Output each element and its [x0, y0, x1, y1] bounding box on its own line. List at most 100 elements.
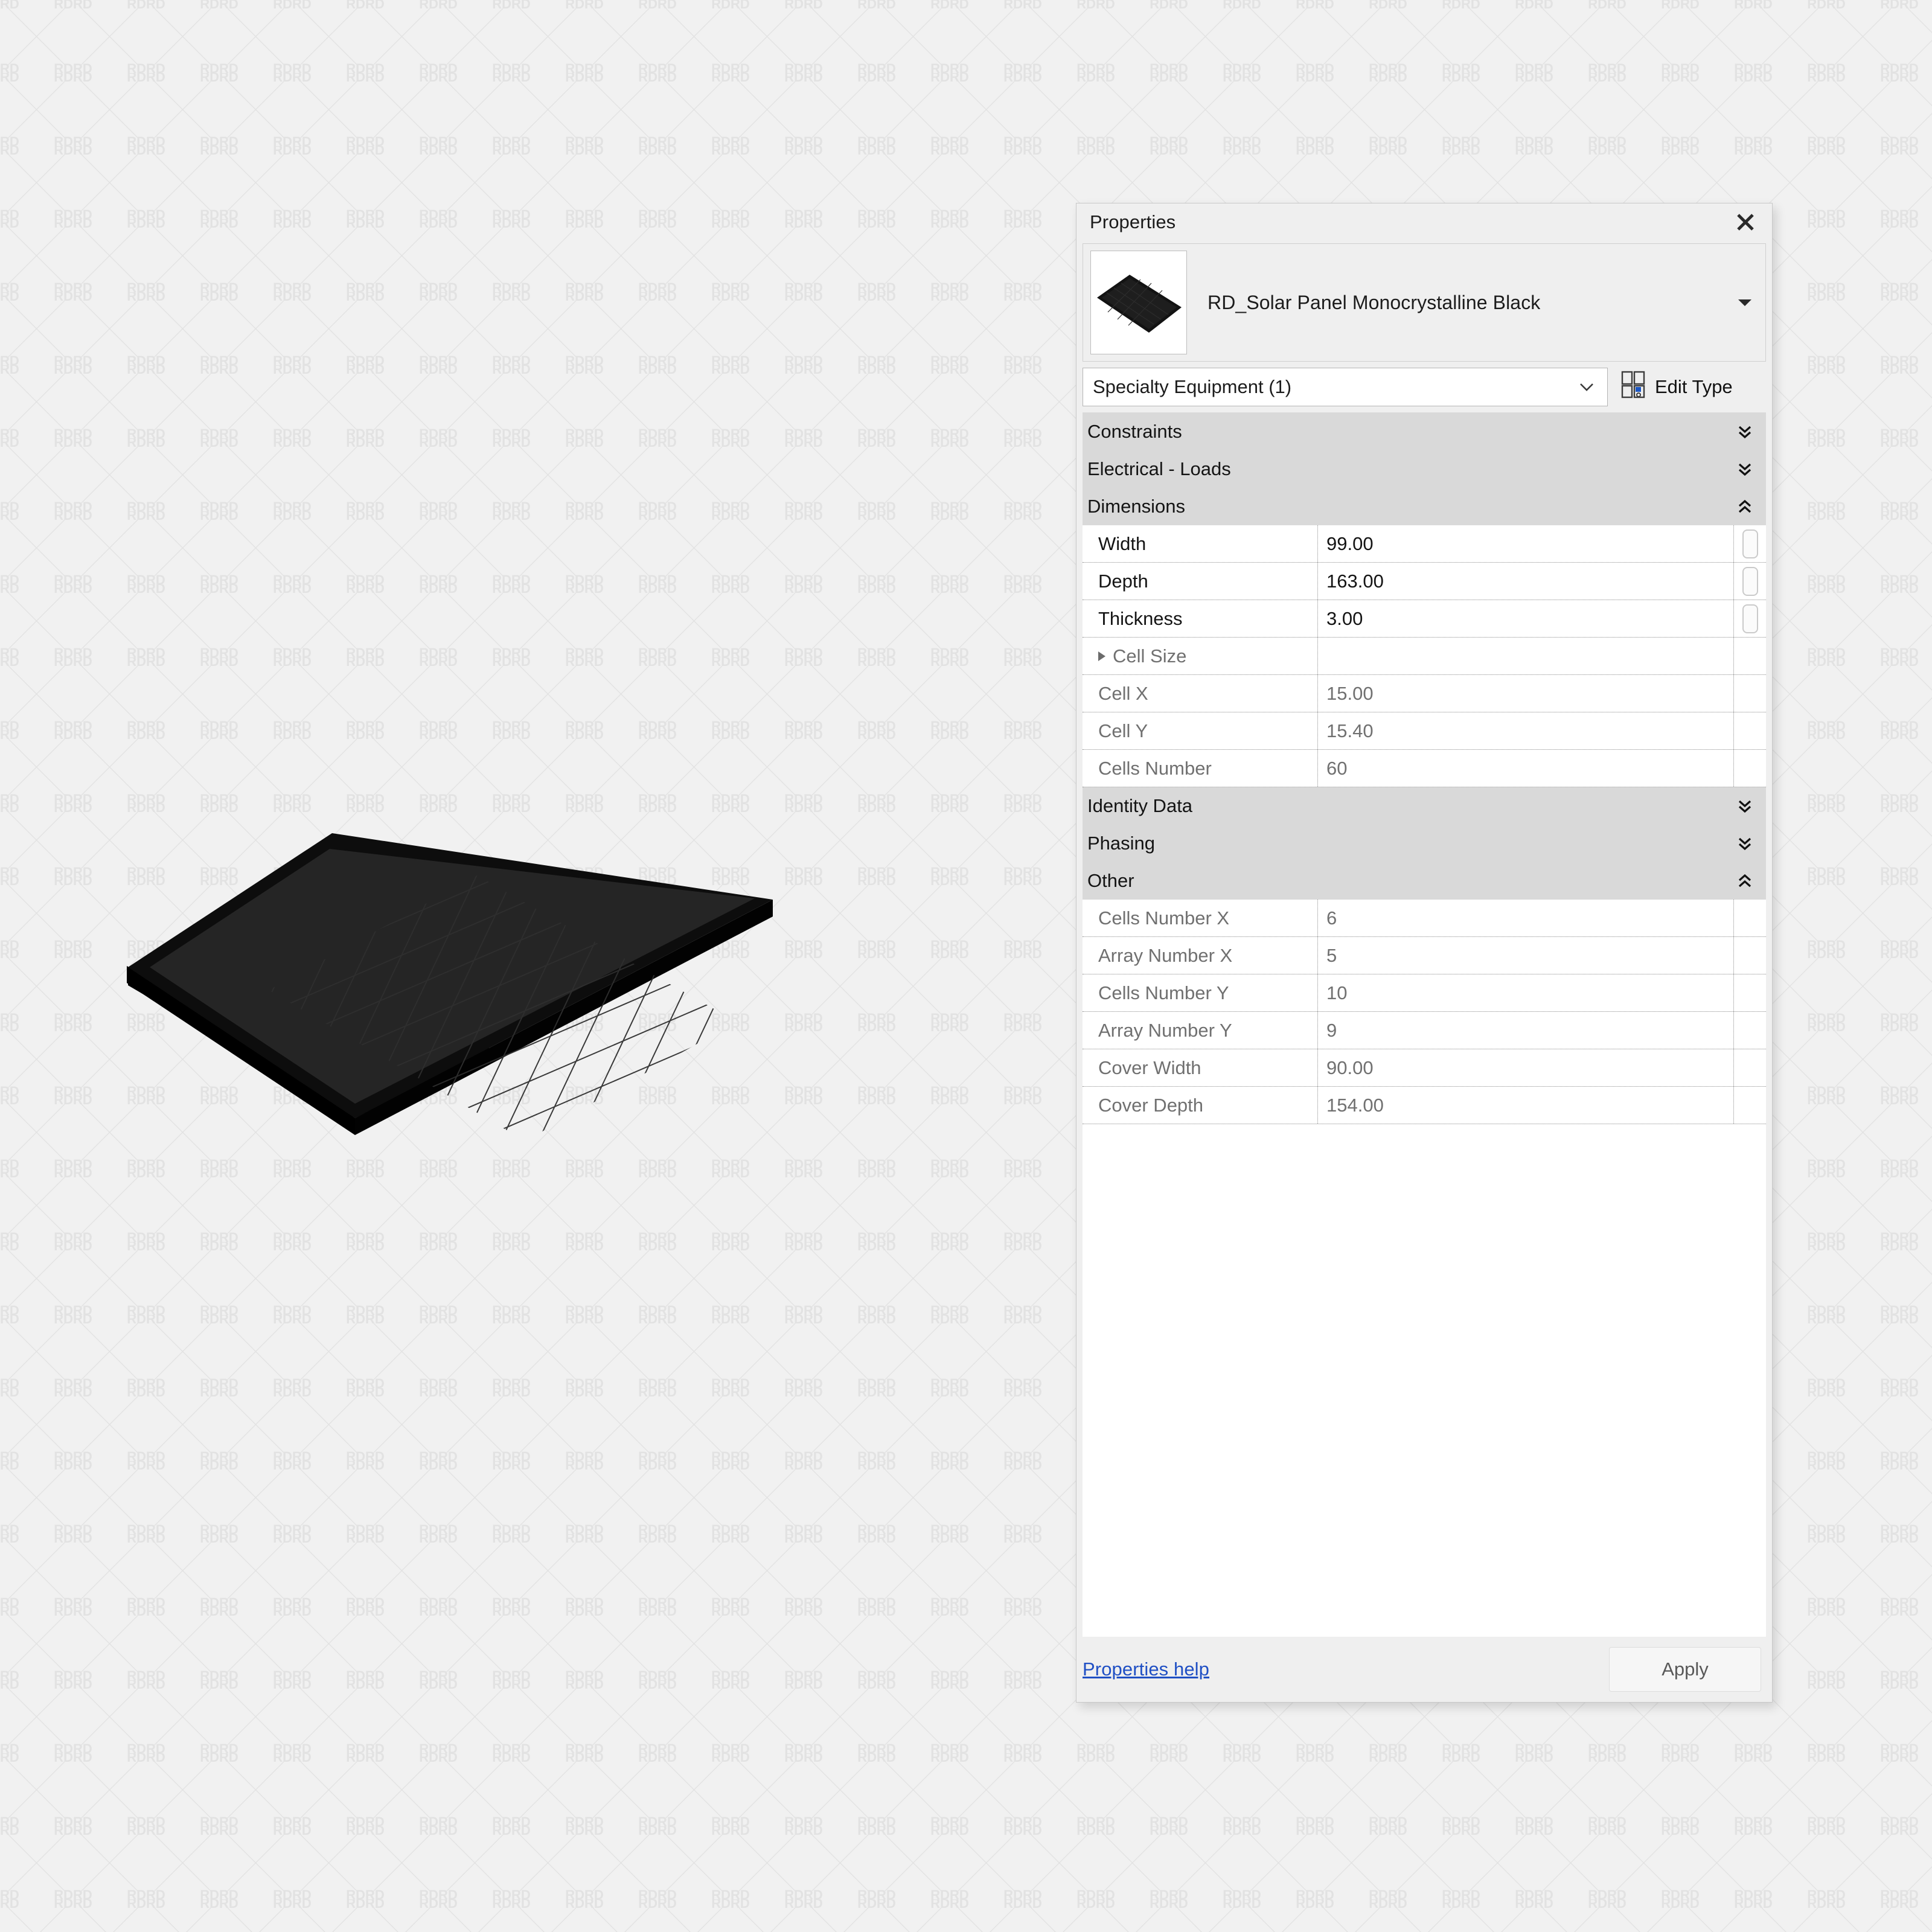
property-lock-cell	[1733, 712, 1766, 749]
table-row[interactable]: Cells Number Y 10	[1083, 974, 1766, 1012]
double-chevron-down-icon[interactable]	[1737, 424, 1753, 440]
property-label-text: Cover Depth	[1098, 1094, 1204, 1116]
property-lock-cell[interactable]	[1733, 563, 1766, 600]
category-select[interactable]: Specialty Equipment (1)	[1083, 368, 1608, 406]
property-value[interactable]: 3.00	[1318, 600, 1733, 637]
section-title: Electrical - Loads	[1087, 458, 1231, 479]
property-label: Cover Width	[1083, 1049, 1318, 1086]
section-header-identity-data[interactable]: Identity Data	[1083, 787, 1766, 825]
property-lock-cell	[1733, 1012, 1766, 1049]
table-row[interactable]: Array Number X 5	[1083, 937, 1766, 974]
section-title: Phasing	[1087, 833, 1156, 854]
table-row[interactable]: Cover Width 90.00	[1083, 1049, 1766, 1087]
lock-toggle-icon[interactable]	[1742, 529, 1758, 558]
section-header-constraints[interactable]: Constraints	[1083, 413, 1766, 450]
property-label-text: Width	[1098, 533, 1147, 554]
chevron-down-icon[interactable]	[1732, 298, 1758, 307]
double-chevron-down-icon[interactable]	[1737, 836, 1753, 851]
property-lock-cell	[1733, 750, 1766, 787]
table-row[interactable]: Thickness 3.00	[1083, 600, 1766, 638]
property-label-text: Cells Number Y	[1098, 982, 1229, 1003]
chevron-down-icon[interactable]	[1575, 382, 1599, 392]
property-value: 15.00	[1326, 682, 1374, 704]
property-value: 154.00	[1326, 1094, 1384, 1116]
property-value: 15.40	[1326, 720, 1374, 741]
property-lock-cell	[1733, 638, 1766, 674]
property-label: Width	[1083, 525, 1318, 562]
model-viewport[interactable]	[0, 0, 1081, 1932]
section-title: Constraints	[1087, 421, 1182, 442]
solar-panel-thumbnail	[1090, 251, 1187, 354]
solar-panel-3d-model[interactable]	[127, 724, 894, 1183]
edit-type-button[interactable]: Edit Type	[1608, 368, 1766, 406]
type-selector[interactable]: RD_Solar Panel Monocrystalline Black	[1083, 243, 1766, 362]
property-label: Thickness	[1083, 600, 1318, 637]
property-value: 5	[1326, 944, 1337, 966]
property-value: 9	[1326, 1019, 1337, 1041]
property-lock-cell[interactable]	[1733, 525, 1766, 562]
table-row[interactable]: Depth 163.00	[1083, 563, 1766, 600]
table-row[interactable]: Cells Number 60	[1083, 750, 1766, 787]
double-chevron-up-icon[interactable]	[1737, 873, 1753, 889]
table-row[interactable]: Cell Y 15.40	[1083, 712, 1766, 750]
section-header-dimensions[interactable]: Dimensions	[1083, 488, 1766, 525]
table-row[interactable]: Width 99.00	[1083, 525, 1766, 563]
property-label-text: Array Number X	[1098, 944, 1233, 966]
property-label: Cell X	[1083, 675, 1318, 712]
property-label-text: Cell Size	[1113, 645, 1187, 667]
table-row[interactable]: Cell Size	[1083, 638, 1766, 675]
section-header-electrical-loads[interactable]: Electrical - Loads	[1083, 450, 1766, 488]
table-row[interactable]: Cells Number X 6	[1083, 900, 1766, 937]
panel-footer: Properties help Apply	[1076, 1637, 1772, 1702]
lock-toggle-icon[interactable]	[1742, 566, 1758, 596]
property-label: Cells Number	[1083, 750, 1318, 787]
double-chevron-down-icon[interactable]	[1737, 461, 1753, 477]
property-lock-cell	[1733, 1049, 1766, 1086]
property-label-text: Thickness	[1098, 607, 1183, 629]
section-header-phasing[interactable]: Phasing	[1083, 825, 1766, 862]
property-label: Cell Y	[1083, 712, 1318, 749]
category-row[interactable]: Specialty Equipment (1) Edit Type	[1083, 368, 1766, 406]
table-row[interactable]: Cover Depth 154.00	[1083, 1087, 1766, 1124]
type-name-label: RD_Solar Panel Monocrystalline Black	[1208, 291, 1541, 313]
property-value[interactable]: 163.00	[1318, 563, 1733, 600]
properties-palette[interactable]: Properties RD_Solar Panel Monocrystallin…	[1076, 203, 1773, 1703]
properties-help-link[interactable]: Properties help	[1083, 1659, 1209, 1680]
section-title: Dimensions	[1087, 496, 1185, 517]
property-value[interactable]: 99.00	[1318, 525, 1733, 562]
table-row[interactable]: Array Number Y 9	[1083, 1012, 1766, 1049]
close-icon[interactable]	[1729, 208, 1762, 237]
property-label: Cell Size	[1083, 638, 1318, 674]
property-lock-cell	[1733, 937, 1766, 974]
properties-table[interactable]: Constraints Electrical - Loads Dimensions W…	[1083, 412, 1766, 1637]
property-label-text: Cell X	[1098, 682, 1148, 704]
double-chevron-down-icon[interactable]	[1737, 798, 1753, 814]
section-title: Identity Data	[1087, 795, 1193, 816]
property-value	[1318, 638, 1733, 674]
tree-expand-icon[interactable]	[1098, 651, 1105, 661]
property-value: 10	[1326, 982, 1348, 1003]
section-header-other[interactable]: Other	[1083, 862, 1766, 900]
property-lock-cell	[1733, 900, 1766, 936]
property-label: Depth	[1083, 563, 1318, 600]
page-title: Properties	[1090, 211, 1176, 232]
property-lock-cell[interactable]	[1733, 600, 1766, 637]
double-chevron-up-icon[interactable]	[1737, 499, 1753, 514]
property-label: Cover Depth	[1083, 1087, 1318, 1124]
edit-type-icon	[1621, 371, 1646, 403]
property-label-text: Cells Number	[1098, 757, 1212, 779]
property-label-text: Cell Y	[1098, 720, 1148, 741]
property-lock-cell	[1733, 1087, 1766, 1124]
property-label-text: Depth	[1098, 570, 1148, 592]
property-value: 6	[1326, 907, 1337, 929]
table-row[interactable]: Cell X 15.00	[1083, 675, 1766, 712]
apply-button[interactable]: Apply	[1609, 1647, 1761, 1692]
edit-type-label: Edit Type	[1655, 376, 1733, 397]
property-label-text: Cells Number X	[1098, 907, 1230, 929]
property-lock-cell	[1733, 675, 1766, 712]
table-empty-area	[1083, 1124, 1766, 1637]
panel-titlebar[interactable]: Properties	[1076, 203, 1772, 241]
lock-toggle-icon[interactable]	[1742, 604, 1758, 633]
section-title: Other	[1087, 870, 1134, 891]
property-label: Array Number Y	[1083, 1012, 1318, 1049]
